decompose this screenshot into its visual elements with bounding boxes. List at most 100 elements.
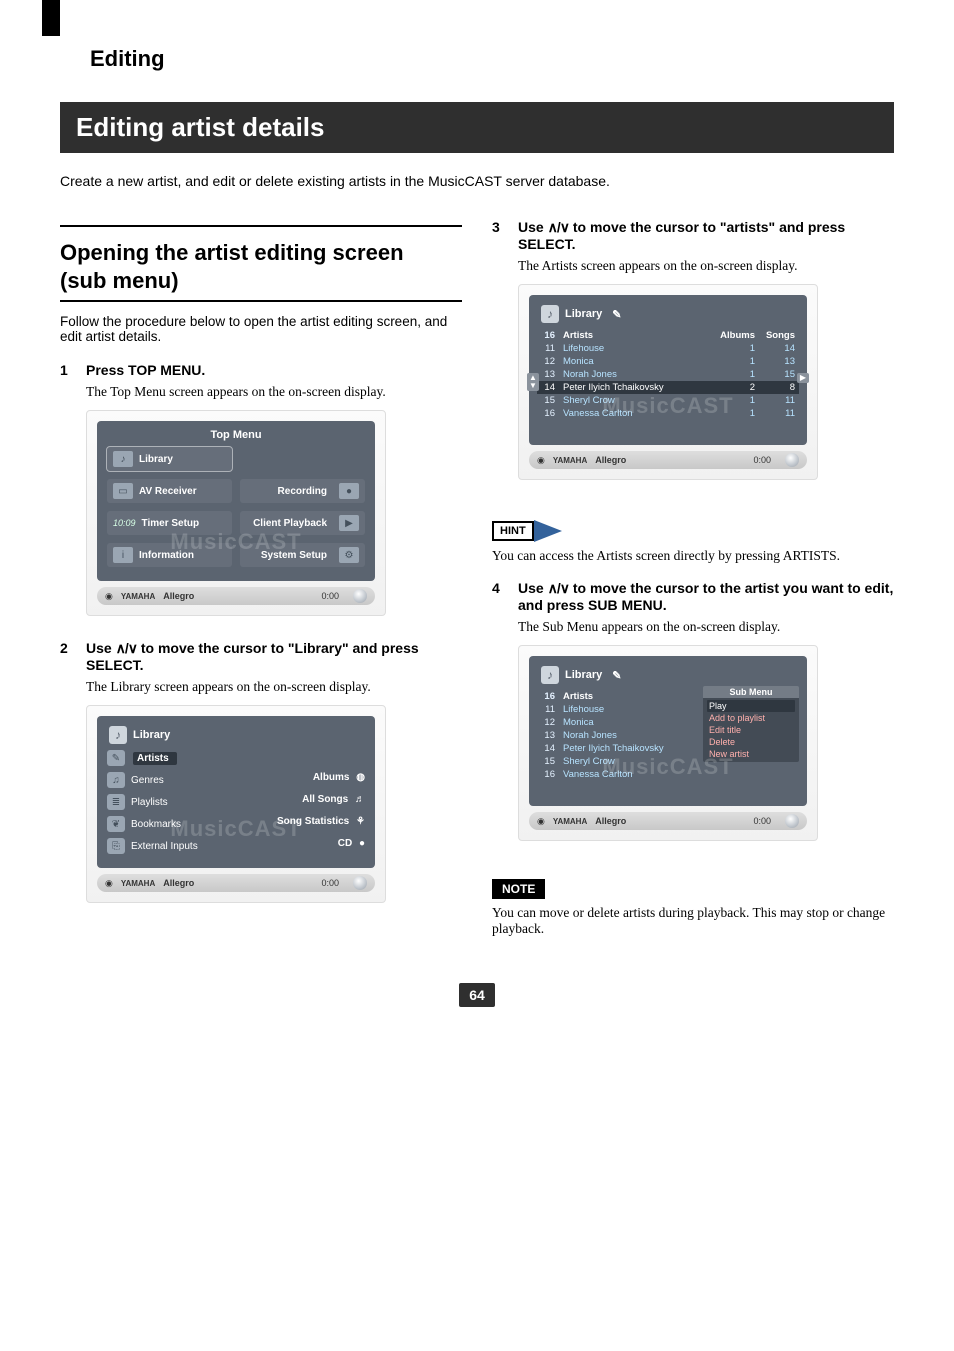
sub-menu-title: Sub Menu: [703, 686, 799, 698]
rule: [60, 225, 462, 227]
menu-all-songs: All Songs ♬: [240, 794, 365, 810]
col-artists: Artists: [559, 329, 716, 342]
tile-label: Timer Setup: [142, 518, 200, 529]
menu-label: External Inputs: [131, 841, 198, 852]
tile-label: AV Receiver: [139, 486, 197, 497]
knob-icon: [785, 453, 799, 467]
sub-menu-item: New artist: [707, 748, 795, 760]
scroll-indicator-icon: ▲▼: [527, 373, 539, 391]
screen-header: Library: [133, 729, 170, 741]
col-albums: Albums: [716, 329, 759, 342]
track-label: Allegro: [163, 591, 194, 601]
hint-body: You can access the Artists screen direct…: [492, 548, 894, 564]
client-icon: ▶: [339, 515, 359, 531]
section-heading: Editing artist details: [60, 102, 894, 153]
brand-logo-icon: ◉: [105, 591, 113, 602]
step-3: 3 Use ∧/∨ to move the cursor to "artists…: [492, 219, 894, 252]
step-body: The Library screen appears on the on-scr…: [86, 679, 462, 695]
step-number: 4: [492, 580, 506, 613]
screen-title: Top Menu: [105, 429, 367, 441]
cd-icon: ●: [359, 838, 365, 849]
menu-label: Song Statistics: [277, 816, 349, 827]
screenshot-library: ♪ Library ✎ Artists ♫ Genres: [86, 705, 386, 903]
sub-menu-item: Edit title: [707, 724, 795, 736]
artist-small-icon: ✎: [612, 669, 621, 682]
up-down-arrows-icon: ∧/∨: [548, 219, 569, 235]
tile-timer-setup: 10:09 Timer Setup: [107, 511, 232, 535]
tile-recording: Recording ●: [240, 479, 365, 503]
knob-icon: [353, 589, 367, 603]
menu-label: Albums: [313, 772, 350, 783]
menu-playlists: ≣ Playlists: [107, 794, 232, 810]
step-title: Press TOP MENU.: [86, 362, 205, 378]
tile-client-playback: Client Playback ▶: [240, 511, 365, 535]
tile-label: Information: [139, 550, 194, 561]
menu-albums: Albums ◍: [240, 772, 365, 788]
menu-external-inputs: ⎘ External Inputs: [107, 838, 232, 854]
time-label: 0:00: [753, 455, 771, 465]
music-note-icon: ♪: [113, 451, 133, 467]
artists-table: 16 Artists Albums Songs 11Lifehouse11412…: [537, 329, 799, 420]
step-number: 2: [60, 640, 74, 673]
hint-label: HINT: [492, 521, 534, 541]
tile-av-receiver: ▭ AV Receiver: [107, 479, 232, 503]
time-label: 0:00: [321, 591, 339, 601]
setup-icon: ⚙: [339, 547, 359, 563]
subsection-title-line1: Opening the artist editing screen: [60, 240, 404, 265]
step-number: 1: [60, 362, 74, 378]
rule: [60, 300, 462, 302]
subsection-lead: Follow the procedure below to open the a…: [60, 314, 462, 344]
menu-label: All Songs: [302, 794, 348, 805]
page-side-tab: [42, 0, 60, 36]
artist-count: 16: [537, 329, 559, 342]
tile-system-setup: System Setup ⚙: [240, 543, 365, 567]
sub-menu-item: Delete: [707, 736, 795, 748]
bookmark-icon: ❦: [107, 816, 125, 832]
step-4: 4 Use ∧/∨ to move the cursor to the arti…: [492, 580, 894, 613]
step-title-pre: Use: [518, 219, 548, 235]
brand-label: YAMAHA: [553, 456, 587, 465]
tile-label: Recording: [278, 486, 327, 497]
album-icon: ◍: [356, 772, 365, 783]
right-column: 3 Use ∧/∨ to move the cursor to "artists…: [492, 219, 894, 953]
status-bar: ◉ YAMAHA Allegro 0:00: [97, 587, 375, 605]
menu-label: Bookmarks: [131, 819, 181, 830]
track-label: Allegro: [163, 878, 194, 888]
table-row: 14Peter Ilyich Tchaikovsky28: [537, 381, 799, 394]
col-songs: Songs: [759, 329, 799, 342]
external-icon: ⎘: [107, 838, 125, 854]
enter-indicator-icon: ▶: [797, 373, 809, 383]
hint-flag: HINT: [492, 520, 562, 542]
page-number: 64: [459, 983, 495, 1007]
menu-genres: ♫ Genres: [107, 772, 232, 788]
menu-artists: ✎ Artists: [107, 750, 232, 766]
step-number: 3: [492, 219, 506, 252]
table-row: 15Sheryl Crow111: [537, 394, 799, 407]
info-icon: i: [113, 547, 133, 563]
screen-header: Library: [565, 308, 602, 320]
flag-arrow-icon: [534, 520, 562, 542]
step-title: Use ∧/∨ to move the cursor to "Library" …: [86, 640, 462, 673]
sub-menu-item: Add to playlist: [707, 712, 795, 724]
subsection-title: Opening the artist editing screen (sub m…: [60, 239, 462, 294]
table-row: 16Vanessa Carlton111: [537, 407, 799, 420]
menu-label: CD: [338, 838, 352, 849]
step-title: Use ∧/∨ to move the cursor to "artists" …: [518, 219, 894, 252]
menu-label: Artists: [133, 752, 177, 765]
artist-small-icon: ✎: [612, 308, 621, 321]
sub-menu-item: Play: [707, 700, 795, 712]
brand-logo-icon: ◉: [537, 816, 545, 827]
table-row: 13Norah Jones115: [537, 368, 799, 381]
chapter-title: Editing: [90, 46, 894, 72]
section-intro: Create a new artist, and edit or delete …: [60, 173, 894, 189]
tile-library: ♪ Library: [107, 447, 232, 471]
artist-count: 16: [537, 690, 559, 703]
step-body: The Top Menu screen appears on the on-sc…: [86, 384, 462, 400]
songs-icon: ♬: [355, 794, 365, 805]
stats-icon: ⚘: [356, 816, 365, 827]
step-body: The Sub Menu appears on the on-screen di…: [518, 619, 894, 635]
screenshot-artists: ♪ Library ✎ ▲▼ ▶ 16 Artists Albums Songs: [518, 284, 818, 480]
tile-label: System Setup: [261, 550, 327, 561]
time-label: 0:00: [321, 878, 339, 888]
step-2: 2 Use ∧/∨ to move the cursor to "Library…: [60, 640, 462, 673]
